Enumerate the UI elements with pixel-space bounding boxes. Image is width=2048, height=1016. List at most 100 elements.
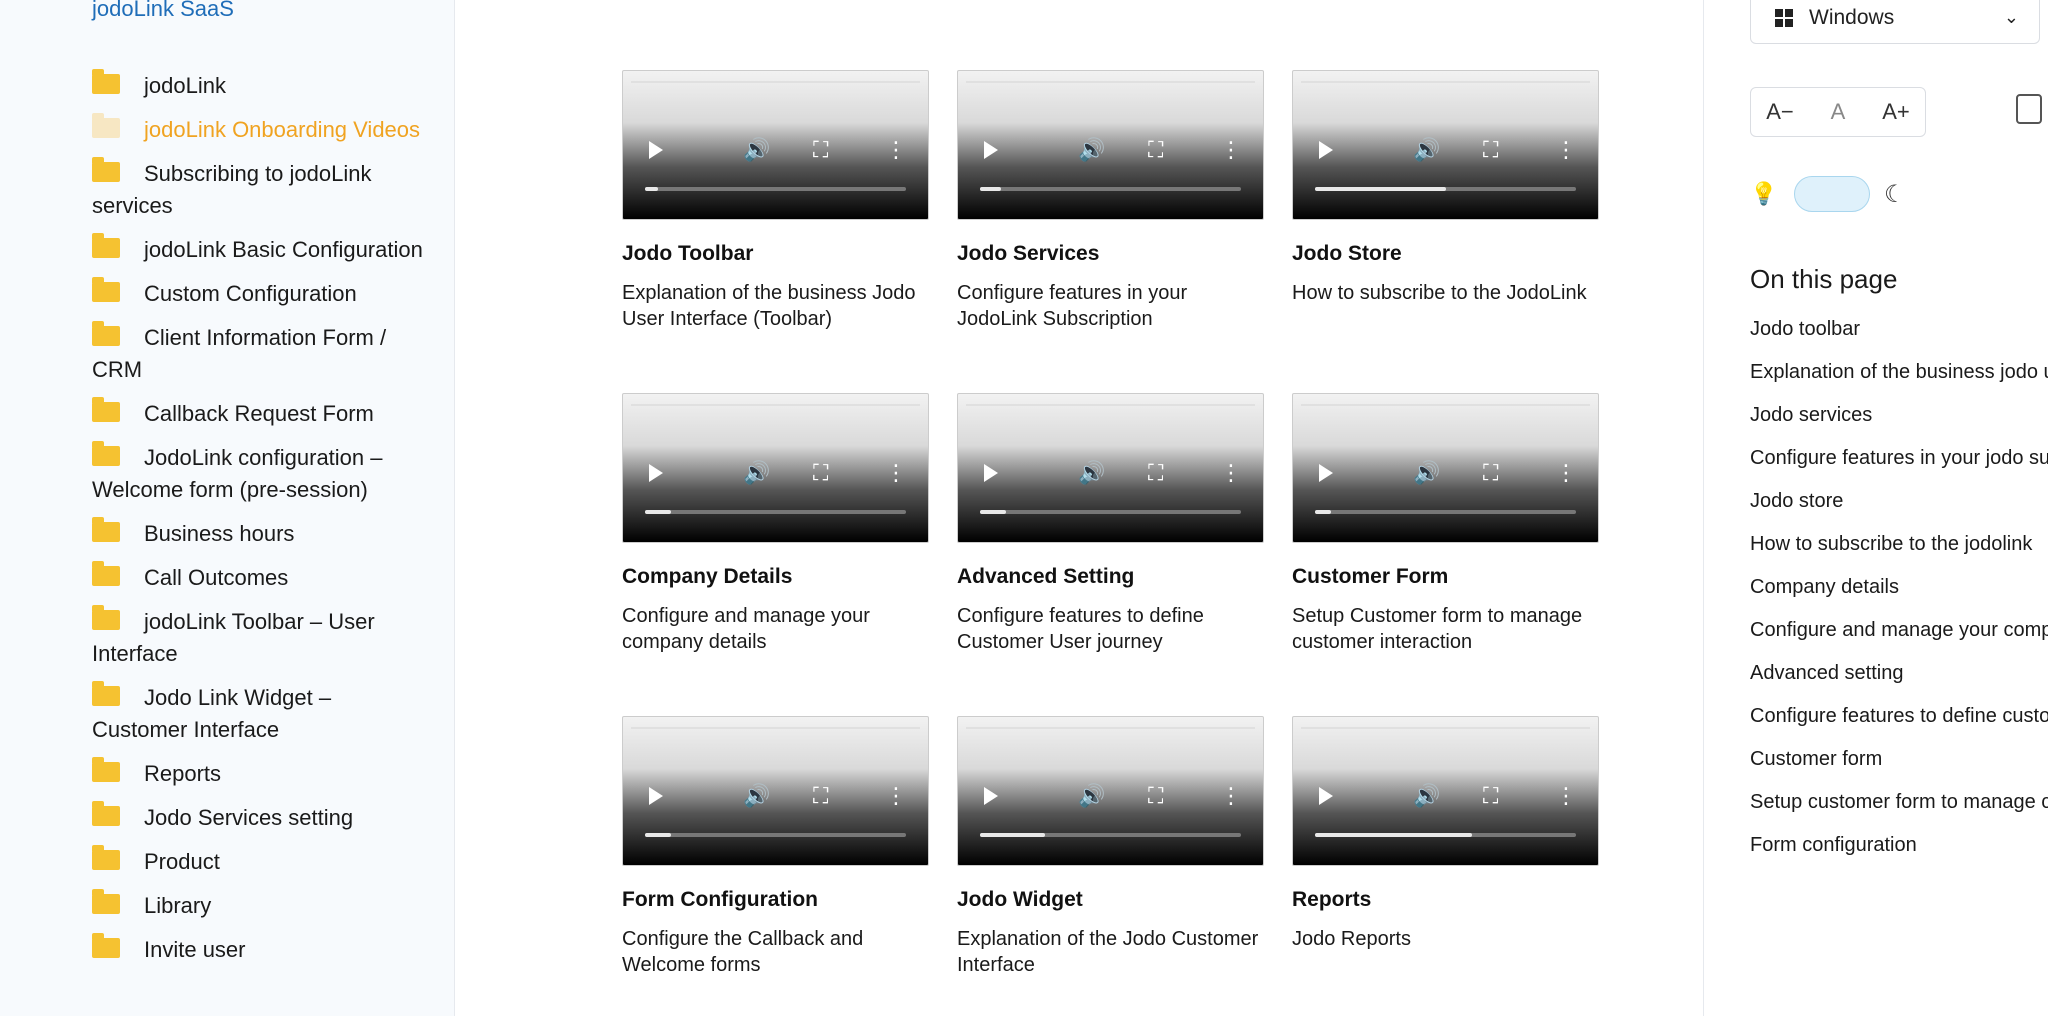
progress-bar[interactable]: [980, 510, 1241, 514]
more-options-icon[interactable]: ⋮: [1220, 139, 1242, 161]
os-select[interactable]: Windows ⌄: [1750, 0, 2040, 44]
fullscreen-icon[interactable]: ⛶: [813, 785, 828, 807]
video-player[interactable]: 🔊 ⛶ ⋮: [622, 716, 929, 866]
more-options-icon[interactable]: ⋮: [1555, 462, 1577, 484]
sidebar-item[interactable]: Custom Configuration: [92, 277, 432, 310]
play-icon[interactable]: [649, 464, 663, 482]
sidebar-item[interactable]: Library: [92, 889, 432, 922]
folder-icon: [92, 397, 120, 422]
more-options-icon[interactable]: ⋮: [885, 462, 907, 484]
more-options-icon[interactable]: ⋮: [1220, 785, 1242, 807]
toc-link[interactable]: Configure and manage your company detail…: [1750, 615, 2048, 646]
progress-bar[interactable]: [1315, 833, 1576, 837]
sidebar-item[interactable]: jodoLink: [92, 69, 432, 102]
fullscreen-icon[interactable]: ⛶: [1483, 785, 1498, 807]
video-title: Jodo Widget: [957, 888, 1083, 911]
video-player[interactable]: 🔊 ⛶ ⋮: [1292, 70, 1599, 220]
folder-icon: [92, 321, 120, 346]
sidebar-item[interactable]: jodoLink Basic Configuration: [92, 233, 432, 266]
progress-bar[interactable]: [980, 187, 1241, 191]
progress-bar[interactable]: [645, 833, 906, 837]
toc-link[interactable]: Company details: [1750, 572, 2048, 603]
sidebar-item[interactable]: Call Outcomes: [92, 561, 432, 594]
play-icon[interactable]: [1319, 464, 1333, 482]
volume-icon[interactable]: 🔊: [743, 462, 770, 484]
play-icon[interactable]: [649, 787, 663, 805]
toc-link[interactable]: Advanced setting: [1750, 658, 2048, 689]
sidebar-item[interactable]: Subscribing to jodoLink services: [92, 157, 432, 222]
volume-icon[interactable]: 🔊: [1413, 139, 1440, 161]
fullscreen-icon[interactable]: ⛶: [1148, 139, 1163, 161]
font-reset-button[interactable]: A: [1809, 88, 1867, 136]
video-player[interactable]: 🔊 ⛶ ⋮: [622, 393, 929, 543]
volume-icon[interactable]: 🔊: [1413, 785, 1440, 807]
toc-link[interactable]: Jodo store: [1750, 486, 2048, 517]
progress-bar[interactable]: [1315, 510, 1576, 514]
theme-toggle[interactable]: [1794, 176, 1870, 212]
volume-icon[interactable]: 🔊: [1413, 462, 1440, 484]
fullscreen-icon[interactable]: ⛶: [1483, 462, 1498, 484]
play-icon[interactable]: [1319, 787, 1333, 805]
fullscreen-icon[interactable]: ⛶: [1148, 462, 1163, 484]
more-options-icon[interactable]: ⋮: [1555, 139, 1577, 161]
video-player[interactable]: 🔊 ⛶ ⋮: [622, 70, 929, 220]
sidebar-nav: jodoLink jodoLink Onboarding Videos Subscr…: [92, 69, 432, 978]
sidebar-item[interactable]: JodoLink configuration – Welcome form (p…: [92, 441, 432, 506]
toc-link[interactable]: Setup customer form to manage customer i…: [1750, 787, 2048, 818]
fullscreen-icon[interactable]: ⛶: [1148, 785, 1163, 807]
play-icon[interactable]: [649, 141, 663, 159]
progress-bar[interactable]: [980, 833, 1241, 837]
toc-link[interactable]: Form configuration: [1750, 830, 2048, 861]
fullscreen-icon[interactable]: ⛶: [1483, 139, 1498, 161]
more-options-icon[interactable]: ⋮: [1220, 462, 1242, 484]
font-size-controls: A− A A+: [1750, 87, 1926, 137]
font-increase-button[interactable]: A+: [1867, 88, 1925, 136]
sidebar-item[interactable]: Jodo Services setting: [92, 801, 432, 834]
video-player[interactable]: 🔊 ⛶ ⋮: [957, 393, 1264, 543]
sidebar-item[interactable]: Product: [92, 845, 432, 878]
more-options-icon[interactable]: ⋮: [885, 139, 907, 161]
play-icon[interactable]: [984, 464, 998, 482]
fullscreen-icon[interactable]: ⛶: [813, 139, 828, 161]
sidebar-item[interactable]: Business hours: [92, 517, 432, 550]
video-player[interactable]: 🔊 ⛶ ⋮: [957, 716, 1264, 866]
fullscreen-icon[interactable]: ⛶: [813, 462, 828, 484]
sidebar-item[interactable]: jodoLink Toolbar – User Interface: [92, 605, 432, 670]
sidebar-item[interactable]: Callback Request Form: [92, 397, 432, 430]
toc-link[interactable]: Configure features to define customer us…: [1750, 701, 2048, 732]
toc-link[interactable]: Explanation of the business jodo user in…: [1750, 357, 2048, 388]
sidebar-item-label: Product: [144, 849, 220, 874]
volume-icon[interactable]: 🔊: [1078, 462, 1105, 484]
play-icon[interactable]: [984, 141, 998, 159]
sidebar-item[interactable]: Invite user: [92, 933, 432, 966]
video-player[interactable]: 🔊 ⛶ ⋮: [1292, 393, 1599, 543]
sidebar-item[interactable]: Jodo Link Widget – Customer Interface: [92, 681, 432, 746]
brand-link[interactable]: jodoLink SaaS: [92, 0, 234, 22]
progress-bar[interactable]: [645, 187, 906, 191]
toc-link[interactable]: Configure features in your jodo subscrip…: [1750, 443, 2048, 474]
volume-icon[interactable]: 🔊: [743, 785, 770, 807]
toc-link[interactable]: Jodo toolbar: [1750, 314, 2048, 345]
more-options-icon[interactable]: ⋮: [885, 785, 907, 807]
sidebar-item[interactable]: Reports: [92, 757, 432, 790]
video-player[interactable]: 🔊 ⛶ ⋮: [957, 70, 1264, 220]
progress-bar[interactable]: [645, 510, 906, 514]
toc-link[interactable]: Customer form: [1750, 744, 2048, 775]
video-player[interactable]: 🔊 ⛶ ⋮: [1292, 716, 1599, 866]
volume-icon[interactable]: 🔊: [743, 139, 770, 161]
print-icon[interactable]: [2016, 94, 2042, 124]
more-options-icon[interactable]: ⋮: [1555, 785, 1577, 807]
volume-icon[interactable]: 🔊: [1078, 139, 1105, 161]
toc-link[interactable]: How to subscribe to the jodolink: [1750, 529, 2048, 560]
toc-link[interactable]: Jodo services: [1750, 400, 2048, 431]
progress-fill: [980, 833, 1046, 837]
sidebar-item[interactable]: Client Information Form / CRM: [92, 321, 432, 386]
play-icon[interactable]: [984, 787, 998, 805]
progress-bar[interactable]: [1315, 187, 1576, 191]
sidebar-item[interactable]: jodoLink Onboarding Videos: [92, 113, 432, 146]
video-card: 🔊 ⛶ ⋮ Jodo Toolbar Explanation of the bu…: [622, 70, 929, 393]
volume-icon[interactable]: 🔊: [1078, 785, 1105, 807]
play-icon[interactable]: [1319, 141, 1333, 159]
font-decrease-button[interactable]: A−: [1751, 88, 1809, 136]
right-panel: Windows ⌄ A− A A+ 💡 ☾ On this page Jodo …: [1703, 0, 2048, 1016]
